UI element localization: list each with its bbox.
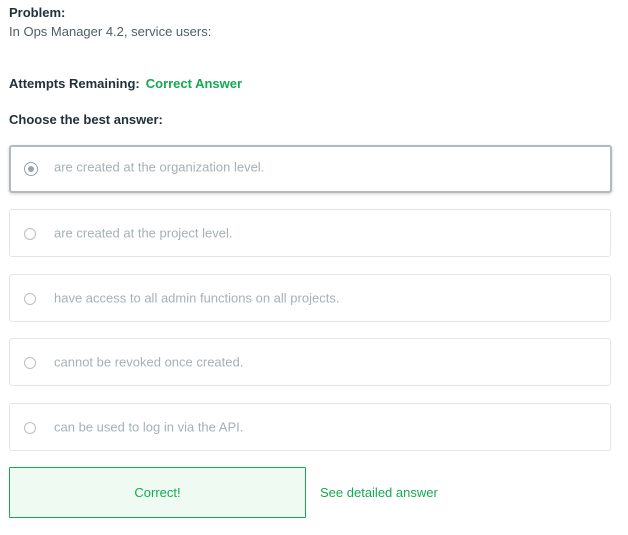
radio-icon[interactable] xyxy=(24,357,36,369)
question-page: Problem: In Ops Manager 4.2, service use… xyxy=(0,0,628,535)
answer-option-project-level[interactable]: are created at the project level. xyxy=(9,209,611,257)
radio-icon[interactable] xyxy=(24,422,36,434)
attempts-row: Attempts Remaining: Correct Answer xyxy=(9,76,242,91)
answer-option-organization-level[interactable]: are created at the organization level. xyxy=(9,145,612,193)
answer-option-admin-functions[interactable]: have access to all admin functions on al… xyxy=(9,274,611,322)
answer-option-cannot-be-revoked[interactable]: cannot be revoked once created. xyxy=(9,338,611,386)
attempts-label: Attempts Remaining: xyxy=(9,76,140,91)
radio-selected-icon[interactable] xyxy=(24,162,38,176)
answer-option-label: can be used to log in via the API. xyxy=(54,419,244,435)
problem-text: In Ops Manager 4.2, service users: xyxy=(9,24,212,39)
answer-option-label: are created at the organization level. xyxy=(54,159,265,175)
attempts-status: Correct Answer xyxy=(145,76,243,91)
see-detailed-answer-link[interactable]: See detailed answer xyxy=(320,485,438,500)
answer-option-label: are created at the project level. xyxy=(54,225,233,241)
radio-icon[interactable] xyxy=(24,293,36,305)
answer-option-login-via-api[interactable]: can be used to log in via the API. xyxy=(9,403,611,451)
problem-label: Problem: xyxy=(9,5,66,20)
result-correct-banner: Correct! xyxy=(9,467,306,518)
answer-option-label: have access to all admin functions on al… xyxy=(54,290,340,306)
radio-icon[interactable] xyxy=(24,228,36,240)
answer-option-label: cannot be revoked once created. xyxy=(54,354,244,370)
choose-answer-label: Choose the best answer: xyxy=(9,112,163,127)
